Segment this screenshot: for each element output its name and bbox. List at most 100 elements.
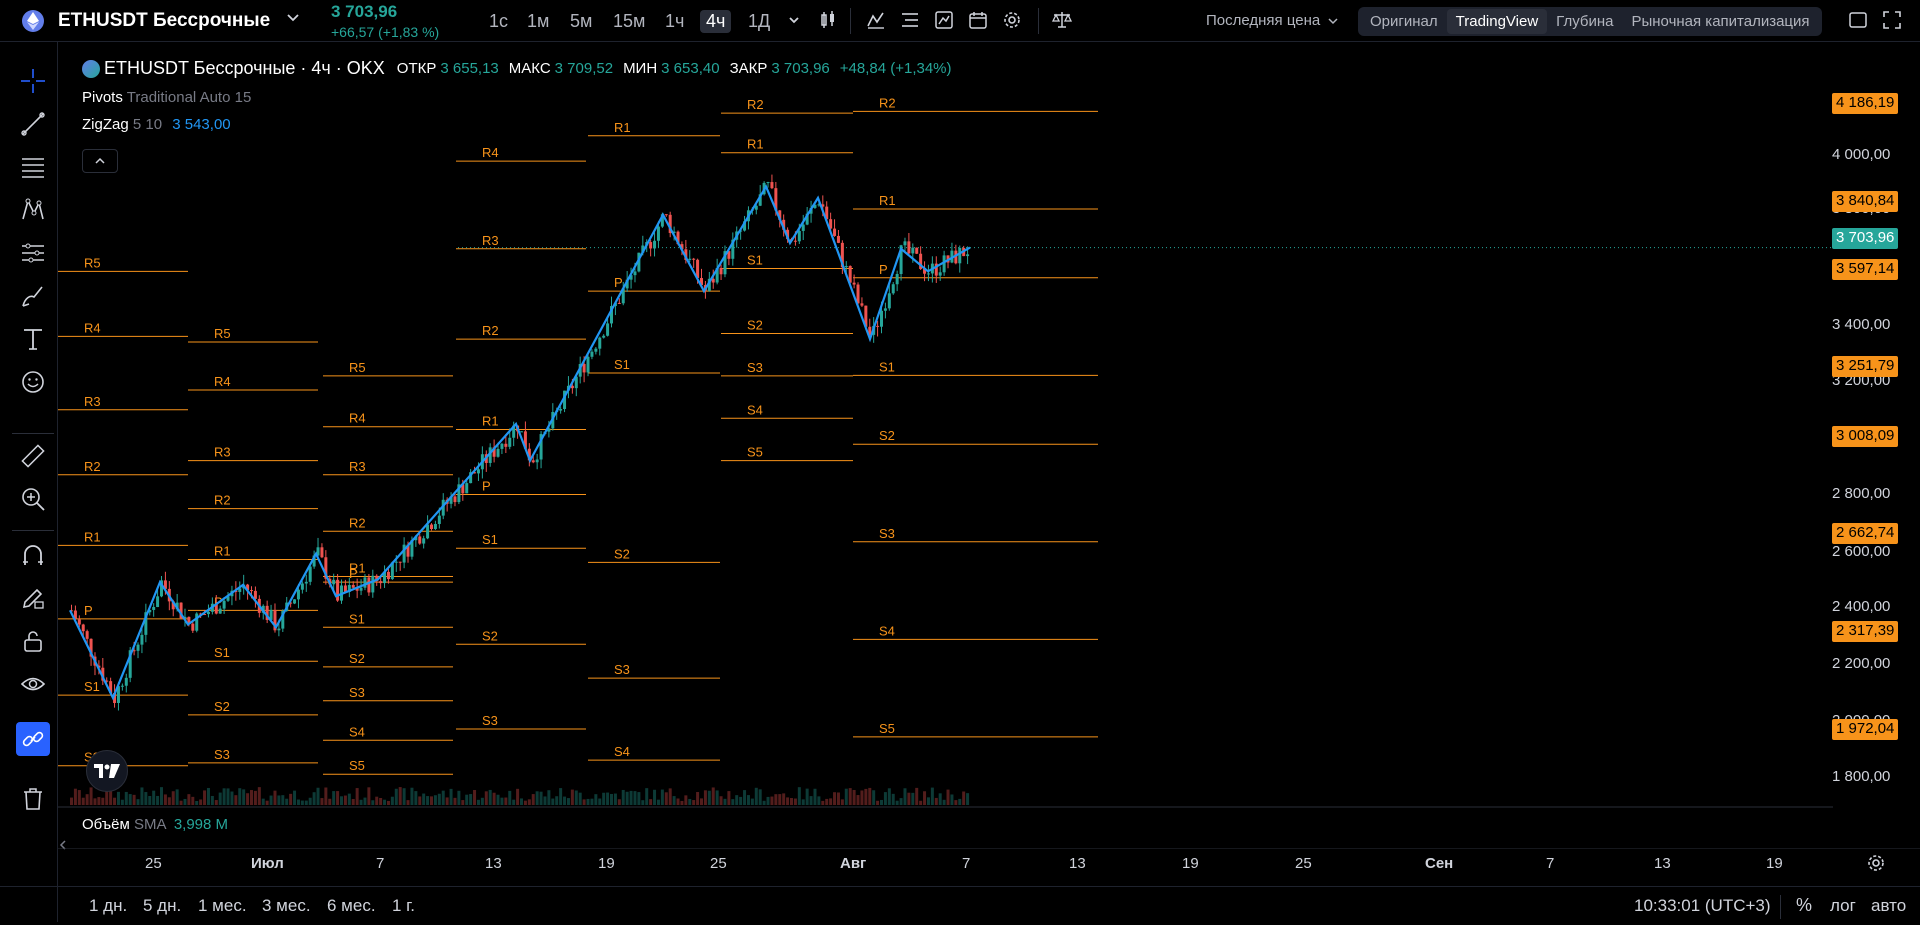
volume-bar xyxy=(269,795,273,805)
expand-icon[interactable] xyxy=(1880,8,1904,32)
volume-bar xyxy=(700,798,703,805)
candle-down xyxy=(367,577,371,593)
price-tick: 1 800,00 xyxy=(1832,768,1891,785)
tf-1d[interactable]: 1Д xyxy=(742,10,776,33)
link-icon[interactable] xyxy=(16,722,50,756)
toolbar-separator xyxy=(12,433,54,434)
volume-bar xyxy=(903,788,907,805)
volume-bar xyxy=(805,788,809,805)
auto-scale-button[interactable]: авто xyxy=(1871,896,1906,916)
ruler-icon[interactable] xyxy=(16,439,50,473)
volume-bar xyxy=(340,796,343,805)
volume-bar xyxy=(825,798,829,805)
volume-bar xyxy=(523,800,527,805)
tf-1h[interactable]: 1ч xyxy=(659,10,690,33)
volume-bar xyxy=(660,789,664,805)
symbol-name[interactable]: ETHUSDT Бессрочные xyxy=(58,10,270,32)
volume-bar xyxy=(324,787,328,805)
volume-bar xyxy=(183,798,187,805)
bottom-toolbar: 1 дн. 5 дн. 1 мес. 3 мес. 6 мес. 1 г. 10… xyxy=(0,886,1920,925)
tf-1m[interactable]: 1м xyxy=(521,10,555,33)
clock[interactable]: 10:33:01 (UTC+3) xyxy=(1634,896,1771,916)
candle-type-icon[interactable] xyxy=(816,8,840,32)
text-tool-icon[interactable] xyxy=(16,322,50,356)
volume-bar xyxy=(461,800,465,805)
emoji-icon[interactable] xyxy=(16,365,50,399)
unlock-icon[interactable] xyxy=(16,624,50,658)
volume-bar xyxy=(179,800,183,805)
volume-bar xyxy=(281,795,285,805)
percent-scale-button[interactable]: % xyxy=(1796,895,1812,916)
crosshair-icon[interactable] xyxy=(16,64,50,98)
zoom-in-icon[interactable] xyxy=(16,482,50,516)
tf-15m[interactable]: 15м xyxy=(607,10,651,33)
magnet-icon[interactable] xyxy=(16,538,50,572)
volume-bar xyxy=(300,800,304,805)
pivot-label-r2: R2 xyxy=(482,323,499,338)
volume-bar xyxy=(206,787,210,805)
volume-bar xyxy=(101,797,105,805)
brush-icon[interactable] xyxy=(16,279,50,313)
mode-depth[interactable]: Глубина xyxy=(1547,9,1622,34)
trend-line-icon[interactable] xyxy=(16,107,50,141)
volume-bar xyxy=(375,796,379,805)
axis-settings-gear-icon[interactable] xyxy=(1866,853,1886,876)
pivot-label-s2: S2 xyxy=(747,318,763,333)
tf-1s[interactable]: 1с xyxy=(483,10,514,33)
volume-legend[interactable]: Объём SMA 3,998 M xyxy=(82,816,228,833)
volume-bar xyxy=(817,796,821,805)
lock-drawing-pencil-icon[interactable] xyxy=(16,581,50,615)
zigzag-name: ZigZag xyxy=(82,116,129,133)
pivot-s1-badge: 3 251,79 xyxy=(1832,356,1899,377)
fib-retracement-icon[interactable] xyxy=(16,150,50,184)
chart-area[interactable]: R5 R4 R3 R2 R1 P S1 S2 R5 R4 R3 R2 R1 P S1 S2 S3 R5 R4 R3 R2… xyxy=(58,42,1920,849)
pivot-label-s1: S1 xyxy=(747,253,763,268)
trash-icon[interactable] xyxy=(16,782,50,816)
pivots-legend[interactable]: Pivots Traditional Auto 15 xyxy=(82,89,958,106)
tf-5m[interactable]: 5м xyxy=(564,10,598,33)
range-1y[interactable]: 1 г. xyxy=(392,896,415,916)
fullscreen-icon[interactable] xyxy=(1846,8,1870,32)
mode-market-cap[interactable]: Рыночная капитализация xyxy=(1622,9,1818,34)
candle-down xyxy=(617,302,621,304)
volume-bar xyxy=(85,794,89,805)
mode-tradingview[interactable]: TradingView xyxy=(1446,9,1548,34)
time-axis[interactable]: 25 Июл 7 13 19 25 Авг 7 13 19 25 Сен 7 1… xyxy=(58,849,1920,879)
settings-gear-icon[interactable] xyxy=(1000,8,1024,32)
eye-icon[interactable] xyxy=(16,667,50,701)
volume-bar xyxy=(250,790,253,805)
calendar-icon[interactable] xyxy=(966,8,990,32)
tf-4h[interactable]: 4ч xyxy=(700,10,732,33)
indicators-icon[interactable] xyxy=(864,8,888,32)
zigzag-legend[interactable]: ZigZag 5 10 3 543,00 xyxy=(82,116,958,133)
scale-balance-icon[interactable] xyxy=(1050,8,1074,32)
volume-bar xyxy=(191,796,195,805)
chevron-down-icon[interactable] xyxy=(286,10,300,28)
prediction-icon[interactable] xyxy=(16,236,50,270)
timeframe-chevron-icon[interactable] xyxy=(782,8,806,32)
pattern-icon[interactable] xyxy=(16,193,50,227)
price-type-select[interactable]: Последняя цена xyxy=(1206,12,1338,30)
tradingview-logo-icon[interactable] xyxy=(86,750,128,792)
replay-icon[interactable] xyxy=(932,8,956,32)
volume-bar xyxy=(73,788,77,805)
candle-up xyxy=(465,483,469,494)
mode-original[interactable]: Оригинал xyxy=(1361,9,1447,34)
range-1d[interactable]: 1 дн. xyxy=(89,896,127,916)
volume-bar xyxy=(578,792,582,805)
collapse-legend-button[interactable] xyxy=(82,149,118,173)
range-3m[interactable]: 3 мес. xyxy=(262,896,311,916)
volume-bar xyxy=(359,799,363,805)
volume-bar xyxy=(328,798,332,805)
volume-bar xyxy=(277,795,281,805)
volume-bar xyxy=(946,789,950,805)
layout-list-icon[interactable] xyxy=(898,8,922,32)
candle-down xyxy=(386,571,390,580)
log-scale-button[interactable]: лог xyxy=(1830,896,1856,916)
candle-up xyxy=(653,240,657,249)
range-5d[interactable]: 5 дн. xyxy=(143,896,181,916)
range-6m[interactable]: 6 мес. xyxy=(327,896,376,916)
price-chart[interactable]: R5 R4 R3 R2 R1 P S1 S2 R5 R4 R3 R2 R1 P S1 S2 S3 R5 R4 R3 R2… xyxy=(58,42,1920,849)
candle-down xyxy=(692,258,696,260)
range-1m[interactable]: 1 мес. xyxy=(198,896,247,916)
